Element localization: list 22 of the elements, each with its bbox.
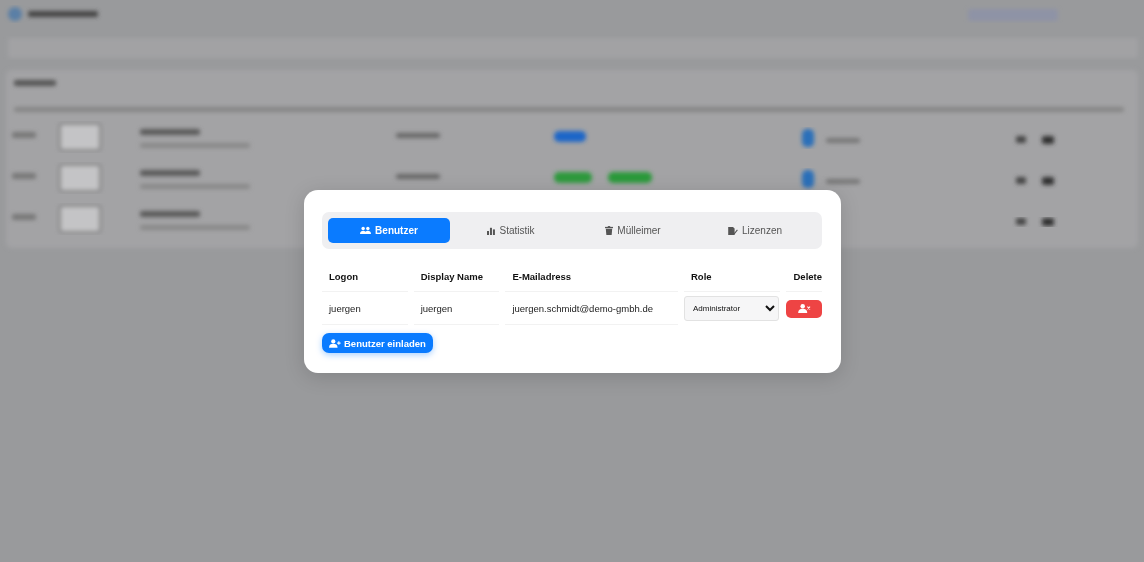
tab[interactable]: Benutzer — [328, 218, 450, 243]
trash-icon — [605, 226, 614, 235]
invite-user-button[interactable]: Benutzer einladen — [322, 333, 433, 353]
tab[interactable]: Statistik — [450, 218, 572, 243]
column-header: E-Mailadress — [505, 261, 678, 292]
blurred-row-end-drawing — [1016, 218, 1054, 226]
tab[interactable]: Lizenzen — [694, 218, 816, 243]
tab[interactable]: Mülleimer — [572, 218, 694, 243]
bar-chart-icon — [487, 226, 496, 235]
table-cell: juergen — [322, 292, 408, 325]
table-cell: juergen.schmidt@demo-gmbh.de — [505, 292, 678, 325]
add-user-icon — [329, 338, 341, 348]
users-icon — [360, 226, 372, 235]
delete-user-button[interactable] — [786, 299, 822, 318]
table-cell: juergen — [413, 292, 500, 325]
column-header: Logon — [322, 261, 408, 292]
column-header: Display Name — [413, 261, 500, 292]
role-dropdown[interactable]: Administrator — [684, 296, 779, 321]
document-pen-icon — [728, 226, 738, 235]
column-header: Delete — [786, 261, 822, 292]
column-header: Role — [684, 261, 780, 292]
remove-user-icon — [797, 304, 811, 313]
